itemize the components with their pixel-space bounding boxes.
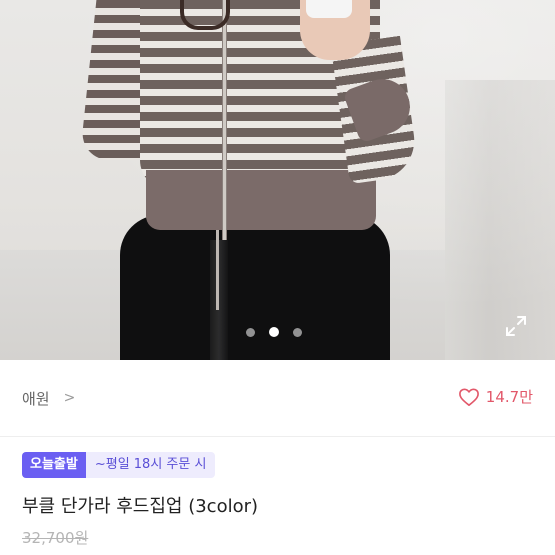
image-jacket-hem	[146, 170, 376, 230]
product-image[interactable]	[0, 0, 555, 360]
image-drawstring	[216, 230, 219, 310]
image-pants-fold	[210, 240, 228, 360]
like-button[interactable]: 14.7만	[458, 386, 533, 407]
shipping-condition-badge: ~평일 18시 주문 시	[85, 452, 216, 478]
carousel-indicator	[0, 327, 555, 339]
shop-name[interactable]: 애원	[22, 388, 50, 409]
shop-row[interactable]: 애원 > 14.7만	[0, 360, 555, 436]
today-shipping-badge: 오늘출발	[22, 452, 86, 478]
heart-outline-icon	[458, 387, 480, 407]
divider	[0, 436, 555, 437]
image-phone	[306, 0, 352, 18]
carousel-dot-active[interactable]	[269, 327, 279, 337]
original-price: 32,700원	[22, 529, 89, 547]
expand-icon[interactable]	[504, 314, 528, 338]
chevron-right-icon: >	[63, 390, 76, 406]
product-title: 부클 단가라 후드집업 (3color)	[22, 496, 259, 517]
carousel-dot[interactable]	[246, 327, 255, 337]
carousel-dot[interactable]	[293, 327, 302, 337]
delivery-badge: 오늘출발 ~평일 18시 주문 시	[22, 452, 216, 478]
like-count: 14.7만	[485, 388, 533, 406]
image-zipper	[222, 0, 227, 240]
image-glasses	[180, 0, 230, 30]
